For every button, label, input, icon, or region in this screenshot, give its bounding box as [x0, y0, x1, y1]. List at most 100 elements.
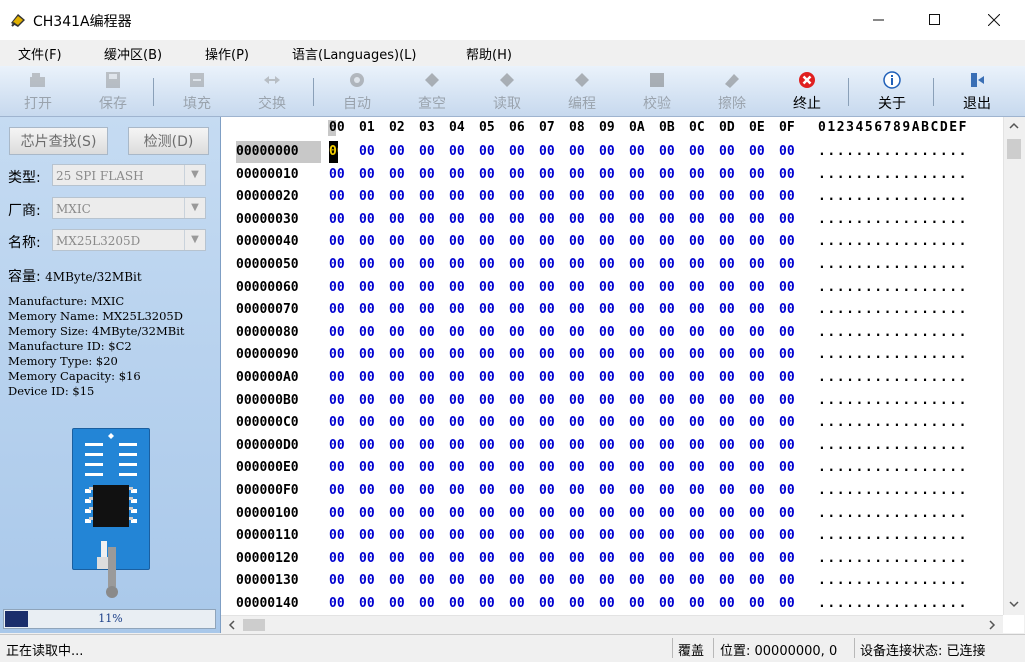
open-button[interactable]: 打开: [8, 66, 68, 116]
hex-byte-cell[interactable]: 00: [749, 322, 773, 344]
hex-byte-cell[interactable]: 00: [629, 457, 653, 479]
hex-byte-cell[interactable]: 00: [449, 231, 473, 253]
hex-byte-cell[interactable]: 00: [599, 231, 623, 253]
hex-byte-cell[interactable]: 00: [629, 367, 653, 389]
ascii-row[interactable]: ................: [818, 231, 968, 253]
hex-byte-cell[interactable]: 00: [479, 593, 503, 615]
hex-byte-cell[interactable]: 00: [689, 277, 713, 299]
hex-byte-cell[interactable]: 00: [569, 503, 593, 525]
hex-byte-cell[interactable]: 00: [539, 412, 563, 434]
hex-byte-cell[interactable]: 00: [359, 254, 383, 276]
hex-byte-cell[interactable]: 00: [539, 322, 563, 344]
hex-byte-cell[interactable]: 00: [509, 299, 533, 321]
hex-byte-cell[interactable]: 00: [599, 164, 623, 186]
hex-byte-cell[interactable]: 00: [659, 548, 683, 570]
hex-byte-cell[interactable]: 00: [449, 548, 473, 570]
hex-byte-cell[interactable]: 00: [479, 186, 503, 208]
hex-byte-cell[interactable]: 00: [749, 435, 773, 457]
hex-byte-cell[interactable]: 00: [419, 457, 443, 479]
hex-byte-cell[interactable]: 00: [599, 344, 623, 366]
hex-byte-cell[interactable]: 00: [329, 209, 353, 231]
ascii-row[interactable]: ................: [818, 141, 968, 163]
hex-byte-cell[interactable]: 00: [509, 435, 533, 457]
hex-byte-cell[interactable]: 00: [569, 435, 593, 457]
hex-byte-cell[interactable]: 00: [329, 344, 353, 366]
hex-byte-cell[interactable]: 00: [719, 525, 743, 547]
hex-byte-cell[interactable]: 00: [389, 344, 413, 366]
hex-byte-cell[interactable]: 00: [599, 254, 623, 276]
hex-byte-cell[interactable]: 00: [719, 186, 743, 208]
hex-byte-cell[interactable]: 00: [569, 322, 593, 344]
hex-byte-cell[interactable]: 00: [329, 367, 353, 389]
scroll-up-icon[interactable]: [1004, 117, 1024, 135]
hex-byte-cell[interactable]: 00: [539, 231, 563, 253]
hex-byte-cell[interactable]: 00: [599, 322, 623, 344]
hex-byte-cell[interactable]: 00: [509, 164, 533, 186]
hex-byte-cell[interactable]: 00: [419, 299, 443, 321]
hex-byte-cell[interactable]: 00: [689, 367, 713, 389]
hex-byte-cell[interactable]: 00: [329, 186, 353, 208]
hex-byte-cell[interactable]: 00: [329, 277, 353, 299]
hex-byte-cell[interactable]: 00: [449, 390, 473, 412]
hex-byte-cell[interactable]: 00: [329, 141, 338, 163]
hex-byte-cell[interactable]: 00: [779, 367, 803, 389]
vertical-scrollbar[interactable]: [1003, 117, 1024, 615]
hex-byte-cell[interactable]: 00: [329, 593, 353, 615]
ascii-row[interactable]: ................: [818, 254, 968, 276]
hex-byte-cell[interactable]: 00: [389, 525, 413, 547]
hex-byte-cell[interactable]: 00: [329, 503, 353, 525]
hex-byte-cell[interactable]: 00: [449, 322, 473, 344]
hex-byte-cell[interactable]: 00: [719, 209, 743, 231]
hex-byte-cell[interactable]: 00: [779, 570, 803, 592]
ascii-row[interactable]: ................: [818, 593, 968, 615]
hex-byte-cell[interactable]: 00: [749, 141, 773, 163]
name-select[interactable]: MX25L3205D ▼: [52, 229, 206, 251]
hex-byte-cell[interactable]: 00: [569, 548, 593, 570]
hex-byte-cell[interactable]: 00: [629, 186, 653, 208]
hex-byte-cell[interactable]: 00: [329, 322, 353, 344]
hex-byte-cell[interactable]: 00: [569, 570, 593, 592]
hex-byte-cell[interactable]: 00: [779, 164, 803, 186]
hex-byte-cell[interactable]: 00: [659, 503, 683, 525]
hex-byte-cell[interactable]: 00: [749, 186, 773, 208]
hex-byte-cell[interactable]: 00: [359, 435, 383, 457]
hex-byte-cell[interactable]: 00: [659, 457, 683, 479]
hex-byte-cell[interactable]: 00: [539, 299, 563, 321]
hex-byte-cell[interactable]: 00: [419, 435, 443, 457]
hex-byte-cell[interactable]: 00: [539, 593, 563, 615]
hex-byte-cell[interactable]: 00: [569, 593, 593, 615]
hex-byte-cell[interactable]: 00: [509, 593, 533, 615]
hex-byte-cell[interactable]: 00: [659, 570, 683, 592]
ascii-row[interactable]: ................: [818, 412, 968, 434]
hex-byte-cell[interactable]: 00: [329, 480, 353, 502]
hex-byte-cell[interactable]: 00: [479, 277, 503, 299]
hex-byte-cell[interactable]: 00: [779, 412, 803, 434]
hex-byte-cell[interactable]: 00: [359, 480, 383, 502]
hex-byte-cell[interactable]: 00: [659, 525, 683, 547]
scroll-left-icon[interactable]: [223, 616, 241, 634]
hex-byte-cell[interactable]: 00: [569, 141, 593, 163]
hex-byte-cell[interactable]: 00: [779, 457, 803, 479]
hex-byte-cell[interactable]: 00: [389, 390, 413, 412]
menu-buffer[interactable]: 缓冲区(B): [104, 44, 162, 63]
hex-byte-cell[interactable]: 00: [629, 277, 653, 299]
hex-byte-cell[interactable]: 00: [419, 254, 443, 276]
hex-byte-cell[interactable]: 00: [719, 322, 743, 344]
hex-byte-cell[interactable]: 00: [569, 254, 593, 276]
hex-byte-cell[interactable]: 00: [779, 344, 803, 366]
hex-byte-cell[interactable]: 00: [449, 277, 473, 299]
hex-byte-cell[interactable]: 00: [359, 277, 383, 299]
hex-byte-cell[interactable]: 00: [749, 412, 773, 434]
hex-byte-cell[interactable]: 00: [539, 457, 563, 479]
hex-byte-cell[interactable]: 00: [539, 503, 563, 525]
hex-byte-cell[interactable]: 00: [659, 231, 683, 253]
hex-byte-cell[interactable]: 00: [509, 390, 533, 412]
hex-byte-cell[interactable]: 00: [359, 164, 383, 186]
hex-byte-cell[interactable]: 00: [779, 480, 803, 502]
hex-byte-cell[interactable]: 00: [749, 525, 773, 547]
hex-byte-cell[interactable]: 00: [569, 186, 593, 208]
hex-byte-cell[interactable]: 00: [419, 570, 443, 592]
hex-byte-cell[interactable]: 00: [659, 141, 683, 163]
about-button[interactable]: 关于: [862, 66, 922, 116]
hex-byte-cell[interactable]: 00: [629, 209, 653, 231]
